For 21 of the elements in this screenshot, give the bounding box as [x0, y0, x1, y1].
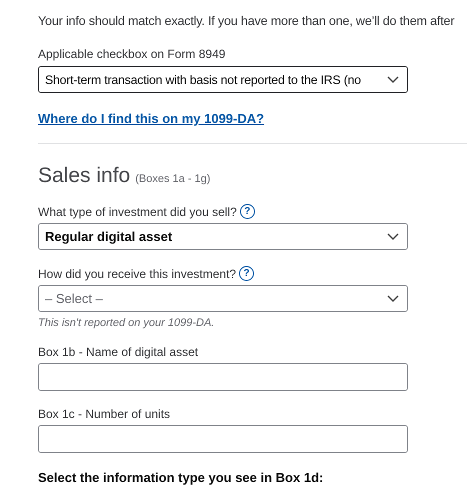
field-label: How did you receive this investment?: [38, 266, 236, 280]
field-label: What type of investment did you sell?: [38, 204, 237, 218]
text-field[interactable]: [38, 425, 408, 453]
help-icon[interactable]: ?: [240, 204, 255, 219]
intro-text: Your info should match exactly. If you have more than one, we’ll do them after: [38, 14, 456, 28]
section-subtitle: (Boxes 1a - 1g): [135, 173, 210, 185]
field-label: Applicable checkbox on Form 8949: [38, 47, 226, 61]
form-checkbox-dropdown[interactable]: Short-term transaction with basis not reported to the IRS (no: [38, 66, 408, 93]
chevron-down-icon: [387, 294, 399, 302]
help-link[interactable]: Where do I find this on my 1099-DA?: [38, 111, 264, 126]
dropdown[interactable]: Regular digital asset: [38, 223, 408, 250]
section-title: Sales info: [38, 164, 130, 188]
field-label: Box 1b - Name of digital asset: [38, 345, 198, 359]
help-icon[interactable]: ?: [239, 266, 254, 281]
chevron-down-icon: [387, 232, 399, 240]
text-field[interactable]: [38, 363, 408, 391]
field-note: This isn't reported on your 1099-DA.: [38, 317, 216, 329]
field-label: Box 1c - Number of units: [38, 407, 170, 421]
dropdown[interactable]: – Select –: [38, 285, 408, 312]
box-1d-prompt: Select the information type you see in Box 1d:: [38, 470, 324, 485]
chevron-down-icon: [387, 76, 399, 84]
